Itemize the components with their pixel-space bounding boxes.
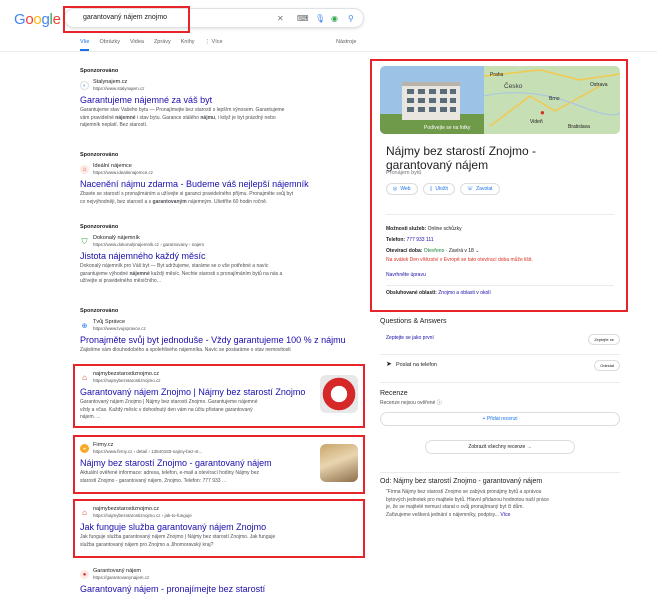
clear-icon[interactable]: ✕ <box>277 13 284 24</box>
lens-icon[interactable]: ◉ <box>331 13 338 24</box>
result-snippet: Garantujeme stav Vašeho bytu — Pronajíme… <box>80 107 285 128</box>
qa-section: Questions & Answers Zeptejte se jako prv… <box>380 318 620 352</box>
info-icon[interactable]: ⓘ <box>437 400 442 406</box>
sponsored-label: Sponzorováno <box>80 68 119 74</box>
source-url[interactable]: https://www.dokonalynajemnik.cz › garant… <box>93 242 204 248</box>
show-all-reviews-button[interactable]: Zobrazit všechny recenze → <box>425 440 575 454</box>
tab-images[interactable]: Obrázky <box>99 39 119 51</box>
source-url[interactable]: https://www.idealninajemce.cz <box>93 170 153 176</box>
qa-title: Questions & Answers <box>380 318 447 325</box>
result-title-link[interactable]: Nacenění nájmu zdarma - Budeme váš nejle… <box>80 179 360 190</box>
about-title: Od: Nájmy bez starostí Znojmo - garantov… <box>380 478 543 485</box>
reviews-note: Recenze nejsou ověřené ⓘ <box>380 400 442 406</box>
result-title-link[interactable]: Garantovaný nájem - pronajímejte bez sta… <box>80 584 360 595</box>
result-title-link[interactable]: Jistota nájemného každý měsíc <box>80 251 360 262</box>
search-icon[interactable]: ⚲ <box>348 13 354 24</box>
send-to-phone-section: ➤ Poslat na telefon Odeslat <box>380 360 620 376</box>
source-name: Tvůj Správce <box>93 319 126 325</box>
reviews-title: Recenze <box>380 390 408 397</box>
reviews-section: Recenze Recenze nejsou ověřené ⓘ + Přida… <box>380 390 620 470</box>
dokonalynajemnik-favicon: ⛉ <box>81 236 88 246</box>
search-tabs: Vše Obrázky Videa Zprávy Knihy ⋮ Více <box>80 39 223 51</box>
source-name: Stalynajem.cz <box>93 79 128 85</box>
stalynajem-favicon: ◐ <box>80 81 89 90</box>
tabs-divider <box>0 51 657 52</box>
send-to-phone-label: Poslat na telefon <box>396 362 437 368</box>
organic-result-garantovanynajem: ● Garantovaný nájem https://garantovanyn… <box>80 568 360 595</box>
source-name: Dokonalý nájemník <box>93 235 140 241</box>
idealninajemce-favicon: ⌂ <box>80 165 89 174</box>
result-snippet: Zbavte se starostí s pronajímáním a užív… <box>80 191 294 205</box>
ad-result-tvujspravce: Sponzorováno ⊕ Tvůj Správce https://www.… <box>80 308 360 354</box>
microphone-icon[interactable]: 🎙 <box>315 13 325 24</box>
qa-divider <box>380 354 620 355</box>
reviews-divider <box>380 472 620 473</box>
about-text: "Firma Nájmy bez starostí Znojmo se zabý… <box>386 489 549 518</box>
arrow-right-icon: → <box>525 444 532 450</box>
highlight-box-knowledge-panel <box>370 59 628 312</box>
tab-news[interactable]: Zprávy <box>154 39 171 51</box>
result-snippet: Dokonalý nájemník pro Váš byt — Byt udrž… <box>80 263 283 284</box>
ad-result-idealninajemce: Sponzorováno ⌂ Ideální nájemce https://w… <box>80 152 360 206</box>
source-name: Ideální nájemce <box>93 163 132 169</box>
ad-result-dokonalynajemnik: Sponzorováno ⛉ Dokonalý nájemník https:/… <box>80 224 360 286</box>
tab-more[interactable]: ⋮ Více <box>205 39 223 51</box>
highlight-box-search <box>63 6 190 33</box>
highlight-box-result-1 <box>73 364 365 428</box>
tab-all[interactable]: Vše <box>80 39 90 51</box>
keyboard-icon[interactable]: ⌨ <box>297 13 309 24</box>
highlight-box-result-3 <box>73 499 365 558</box>
ask-link[interactable]: Zeptejte se jako první <box>386 335 434 341</box>
send-button[interactable]: Odeslat <box>594 360 620 371</box>
sponsored-label: Sponzorováno <box>80 308 119 314</box>
source-url[interactable]: https://garantovanynajem.cz <box>93 575 149 581</box>
send-divider <box>380 382 620 383</box>
sponsored-label: Sponzorováno <box>80 152 119 158</box>
sponsored-label: Sponzorováno <box>80 224 119 230</box>
result-snippet: Zajistíme vám dlouhodobého a spolehlivéh… <box>80 347 291 353</box>
highlight-box-result-2 <box>73 435 365 494</box>
result-title-link[interactable]: Pronajměte svůj byt jednoduše - Vždy gar… <box>80 335 360 346</box>
ask-question-button[interactable]: Zeptejte se <box>588 334 620 345</box>
add-review-button[interactable]: + Přidat recenzi <box>380 412 620 426</box>
source-url[interactable]: https://www.tvujspravce.cz <box>93 326 146 332</box>
garantovanynajem-favicon: ● <box>80 570 89 579</box>
source-name: Garantovaný nájem <box>93 568 141 574</box>
ad-result-stalynajem: Sponzorováno ◐ Stalynajem.cz https://www… <box>80 68 360 130</box>
tab-books[interactable]: Knihy <box>181 39 195 51</box>
send-to-phone-icon: ➤ <box>386 361 392 368</box>
tools-button[interactable]: Nástroje <box>336 39 356 45</box>
google-logo[interactable]: Google <box>14 11 61 28</box>
about-section: Od: Nájmy bez starostí Znojmo - garantov… <box>380 478 620 519</box>
tab-more-label: Více <box>211 39 223 45</box>
source-url[interactable]: https://www.stalynajem.cz <box>93 86 145 92</box>
tvujspravce-favicon: ⊕ <box>81 322 88 330</box>
more-link[interactable]: Více <box>500 512 510 518</box>
result-title-link[interactable]: Garantujeme nájemné za váš byt <box>80 95 360 106</box>
tab-videos[interactable]: Videa <box>130 39 144 51</box>
